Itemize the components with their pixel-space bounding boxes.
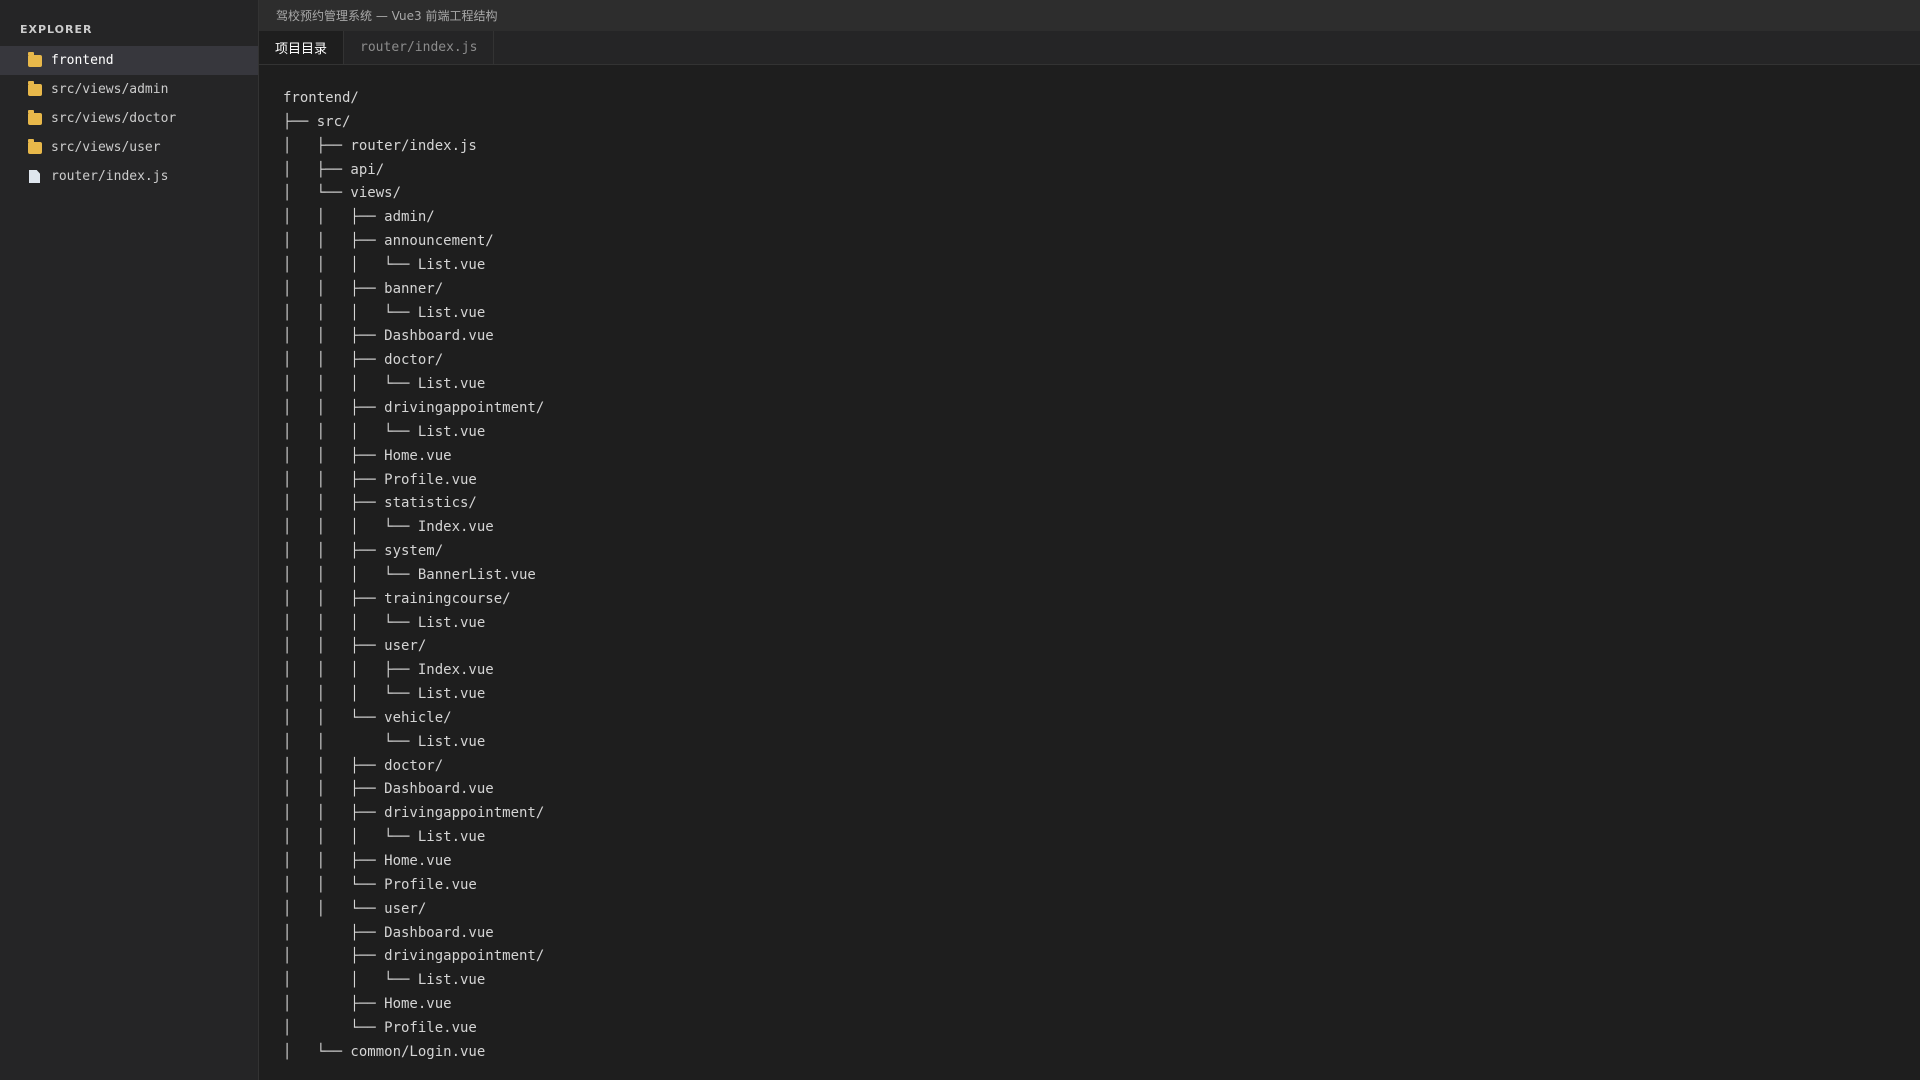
folder-icon [28, 51, 42, 67]
tree-line: ├── src/ [283, 113, 351, 130]
tree-line: │ │ │ └── List.vue [283, 686, 486, 703]
tree-line: │ │ ├── admin/ [283, 209, 435, 226]
tree-line: │ │ ├── Home.vue [283, 447, 452, 464]
sidebar-item-views-doctor[interactable]: src/views/doctor [0, 104, 258, 133]
tree-line: │ │ └── user/ [283, 900, 427, 917]
tree-line: │ └── common/Login.vue [283, 1043, 486, 1060]
tree-line: │ │ ├── Profile.vue [283, 471, 477, 488]
tab-project-directory[interactable]: 项目目录 [259, 31, 345, 64]
tree-line: │ │ │ └── BannerList.vue [283, 566, 536, 583]
sidebar-item-frontend[interactable]: frontend [0, 46, 258, 75]
tree-line: │ │ ├── Dashboard.vue [283, 328, 494, 345]
main-area: 驾校预约管理系统 — Vue3 前端工程结构 项目目录 router/index… [259, 0, 1920, 1080]
tree-line: │ │ ├── doctor/ [283, 352, 444, 369]
directory-tree: frontend/ ├── src/ │ ├── router/index.js │ … [283, 87, 1920, 1065]
tree-line: │ │ ├── statistics/ [283, 495, 477, 512]
tab-router-index[interactable]: router/index.js [344, 31, 495, 64]
sidebar-item-label: src/views/doctor [51, 111, 177, 126]
tab-bar: 项目目录 router/index.js [259, 31, 1920, 65]
tree-line: │ │ │ └── List.vue [283, 376, 486, 393]
explorer-list: frontend src/views/admin src/views/docto… [0, 46, 258, 191]
window-title-bar: 驾校预约管理系统 — Vue3 前端工程结构 [259, 0, 1920, 31]
sidebar-item-views-admin[interactable]: src/views/admin [0, 75, 258, 104]
tree-line: │ │ │ └── List.vue [283, 304, 486, 321]
tree-line: │ │ └── List.vue [283, 733, 486, 750]
tree-line: │ ├── Home.vue [283, 996, 452, 1013]
tree-line: │ │ ├── drivingappointment/ [283, 399, 545, 416]
sidebar-item-label: src/views/admin [51, 82, 169, 97]
sidebar-item-label: frontend [51, 53, 114, 68]
tree-line: │ │ ├── banner/ [283, 280, 444, 297]
tree-line: │ ├── router/index.js [283, 137, 477, 154]
tree-line: │ │ │ └── Index.vue [283, 519, 494, 536]
tree-line: │ │ │ ├── Index.vue [283, 662, 494, 679]
tree-line: │ │ ├── trainingcourse/ [283, 590, 511, 607]
sidebar-item-router-index[interactable]: router/index.js [0, 162, 258, 191]
tree-line: │ └── views/ [283, 185, 402, 202]
tree-line: │ │ │ └── List.vue [283, 423, 486, 440]
tree-line: │ │ ├── system/ [283, 543, 444, 560]
sidebar-item-label: src/views/user [51, 140, 161, 155]
tree-line: │ │ └── Profile.vue [283, 876, 477, 893]
folder-icon [28, 80, 42, 96]
editor-pane[interactable]: frontend/ ├── src/ │ ├── router/index.js │ … [259, 65, 1920, 1080]
tree-line: │ │ ├── drivingappointment/ [283, 805, 545, 822]
tree-line: │ │ │ └── List.vue [283, 614, 486, 631]
tree-line: │ │ ├── announcement/ [283, 233, 494, 250]
sidebar-item-views-user[interactable]: src/views/user [0, 133, 258, 162]
sidebar-item-label: router/index.js [51, 169, 169, 184]
tree-line: │ │ │ └── List.vue [283, 829, 486, 846]
file-icon [29, 170, 40, 183]
tree-line: │ │ ├── user/ [283, 638, 427, 655]
tree-line: │ │ ├── Home.vue [283, 853, 452, 869]
tree-line: │ └── Profile.vue [283, 1019, 477, 1036]
tree-line: │ │ └── List.vue [283, 972, 486, 989]
tree-line: │ │ └── vehicle/ [283, 709, 452, 726]
app-window: EXPLORER frontend src/views/admin src/vi… [0, 0, 1920, 1080]
tree-line: │ ├── drivingappointment/ [283, 948, 545, 965]
tree-line: │ │ ├── doctor/ [283, 757, 444, 774]
folder-icon [28, 138, 42, 154]
window-title: 驾校预约管理系统 — Vue3 前端工程结构 [276, 9, 498, 23]
tree-line: frontend/ [283, 90, 359, 106]
tree-line: │ │ │ └── List.vue [283, 256, 486, 273]
folder-icon [28, 109, 42, 125]
explorer-title: EXPLORER [20, 23, 93, 36]
explorer-sidebar: EXPLORER frontend src/views/admin src/vi… [0, 0, 259, 1080]
tree-line: │ ├── api/ [283, 161, 385, 178]
tree-line: │ ├── Dashboard.vue [283, 924, 494, 941]
tree-line: │ │ ├── Dashboard.vue [283, 781, 494, 798]
